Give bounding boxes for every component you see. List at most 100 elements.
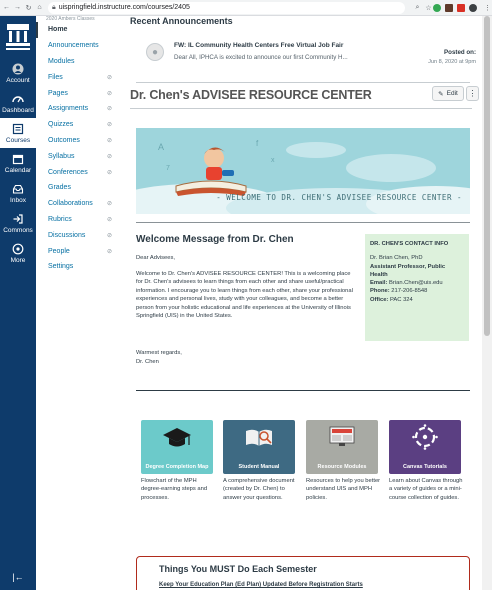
course-nav-label: Files (48, 73, 63, 81)
course-navigation: 2020 Ambers Classes Home Announcements M… (36, 16, 122, 590)
course-nav-outcomes[interactable]: Outcomes ⊘ (36, 133, 122, 149)
divider (136, 222, 470, 223)
course-nav-modules[interactable]: Modules (36, 54, 122, 70)
course-nav-pages[interactable]: Pages ⊘ (36, 85, 122, 101)
svg-text:x: x (271, 157, 275, 164)
scrollbar-thumb[interactable] (484, 16, 490, 336)
nav-more[interactable]: More (0, 238, 36, 268)
course-nav-label: Grades (48, 184, 71, 192)
canvas-tutorials-tile[interactable]: Canvas Tutorials (389, 420, 461, 474)
course-nav-label: Home (48, 26, 68, 34)
contact-info-box: DR. CHEN'S CONTACT INFO Dr. Brian Chen, … (365, 234, 469, 341)
more-icon (12, 243, 24, 255)
course-nav-grades[interactable]: Grades (36, 180, 122, 196)
nav-calendar[interactable]: Calendar (0, 148, 36, 178)
course-nav-rubrics[interactable]: Rubrics ⊘ (36, 212, 122, 228)
uis-logo[interactable] (0, 16, 36, 58)
tile-label: Resource Modules (317, 463, 367, 470)
contact-office-row: Office: PAC 324 (370, 296, 464, 304)
card-description: Learn about Canvas through a variety of … (389, 478, 463, 501)
extension-icon[interactable] (457, 3, 465, 12)
welcome-body: Welcome to Dr. Chen's ADVISEE RESOURCE C… (136, 271, 353, 320)
hidden-eye-icon: ⊘ (106, 201, 112, 208)
announcement-excerpt: Dear All, IPHCA is excited to announce o… (174, 54, 348, 61)
extension-icon[interactable] (433, 3, 441, 12)
must-do-subheading[interactable]: Keep Your Education Plan (Ed Plan) Updat… (159, 582, 363, 588)
course-nav-announcements[interactable]: Announcements (36, 38, 122, 54)
course-nav-settings[interactable]: Settings (36, 259, 122, 275)
nav-inbox-label: Inbox (10, 196, 26, 204)
hidden-eye-icon: ⊘ (106, 137, 112, 144)
nav-calendar-label: Calendar (4, 166, 32, 174)
student-manual-tile[interactable]: Student Manual (223, 420, 295, 474)
course-nav-assignments[interactable]: Assignments ⊘ (36, 101, 122, 117)
hidden-eye-icon: ⊘ (106, 153, 112, 160)
search-icon[interactable]: ⌕ (413, 4, 422, 12)
monitor-icon (329, 426, 355, 446)
hidden-eye-icon: ⊘ (106, 248, 112, 255)
collapse-nav-icon[interactable]: |← (0, 572, 36, 582)
nav-account-label: Account (6, 76, 30, 84)
course-nav-files[interactable]: Files ⊘ (36, 69, 122, 85)
resource-card-degree-map[interactable]: Degree Completion Map Flowchart of the M… (141, 420, 213, 502)
divider (136, 82, 470, 83)
course-nav-syllabus[interactable]: Syllabus ⊘ (36, 148, 122, 164)
star-icon[interactable]: ☆ (424, 4, 433, 12)
resource-modules-tile[interactable]: Resource Modules (306, 420, 378, 474)
menu-icon[interactable]: ⋮ (483, 4, 492, 12)
course-nav-label: Assignments (48, 105, 89, 113)
forward-icon[interactable]: → (13, 4, 22, 11)
welcome-regards: Warmest regards, (136, 350, 182, 356)
resource-card-resource-modules[interactable]: Resource Modules Resources to help you b… (306, 420, 380, 502)
nav-commons[interactable]: Commons (0, 208, 36, 238)
card-description: A comprehensive document (created by Dr.… (223, 478, 295, 501)
reload-icon[interactable]: ↻ (24, 4, 33, 12)
course-nav-discussions[interactable]: Discussions ⊘ (36, 227, 122, 243)
tile-label: Student Manual (238, 463, 280, 470)
posted-label: Posted on: (444, 49, 476, 56)
lock-icon: 🔒︎ (52, 3, 56, 11)
nav-more-label: More (10, 256, 26, 264)
global-navigation: Account Dashboard Courses Calendar Inbox… (0, 16, 36, 590)
course-nav-label: Outcomes (48, 136, 80, 144)
course-nav-label: Rubrics (48, 215, 72, 223)
recent-announcements-heading: Recent Announcements (130, 16, 233, 26)
divider (136, 390, 470, 391)
nav-dashboard[interactable]: Dashboard (0, 88, 36, 118)
account-icon (12, 63, 24, 75)
resource-card-canvas-tutorials[interactable]: Canvas Tutorials Learn about Canvas thro… (389, 420, 462, 502)
nav-inbox[interactable]: Inbox (0, 178, 36, 208)
nav-account[interactable]: Account (0, 58, 36, 88)
nav-courses-label: Courses (5, 136, 31, 144)
course-nav-quizzes[interactable]: Quizzes ⊘ (36, 117, 122, 133)
card-description: Resources to help you better understand … (306, 478, 381, 501)
page-scrollbar[interactable] (482, 16, 492, 590)
address-bar[interactable]: 🔒︎ uispringfield.instructure.com/courses… (48, 1, 405, 14)
contact-phone-row: Phone: 217-206-8548 (370, 287, 464, 295)
contact-email[interactable]: Brian.Chen@uis.edu (389, 280, 443, 286)
edit-button[interactable]: ✎ Edit (432, 86, 464, 101)
degree-map-tile[interactable]: Degree Completion Map (141, 420, 213, 474)
extension-icon[interactable] (445, 3, 453, 12)
profile-avatar[interactable] (469, 3, 477, 12)
hidden-eye-icon: ⊘ (106, 106, 112, 113)
resource-card-student-manual[interactable]: Student Manual A comprehensive document … (223, 420, 295, 502)
home-icon[interactable]: ⌂ (35, 4, 44, 11)
tile-label: Canvas Tutorials (403, 463, 447, 470)
nav-courses[interactable]: Courses (0, 118, 36, 148)
course-nav-home[interactable]: Home (36, 22, 122, 38)
back-icon[interactable]: ← (2, 4, 11, 11)
url-text: uispringfield.instructure.com/courses/24… (58, 4, 190, 11)
posted-date: Jun 8, 2020 at 9pm (428, 59, 476, 65)
more-options-button[interactable]: ⋮ (466, 86, 479, 101)
welcome-greeting: Dear Advisees, (136, 255, 175, 261)
dashboard-icon (12, 93, 24, 105)
announcement-item[interactable]: ● FW: IL Community Health Centers Free V… (136, 38, 482, 88)
course-nav-collaborations[interactable]: Collaborations ⊘ (36, 196, 122, 212)
course-nav-conferences[interactable]: Conferences ⊘ (36, 164, 122, 180)
announcement-title[interactable]: FW: IL Community Health Centers Free Vir… (174, 42, 343, 49)
course-nav-people[interactable]: People ⊘ (36, 243, 122, 259)
email-label: Email: (370, 280, 388, 287)
main-content: Recent Announcements ● FW: IL Community … (122, 16, 482, 590)
hidden-eye-icon: ⊘ (106, 232, 112, 239)
